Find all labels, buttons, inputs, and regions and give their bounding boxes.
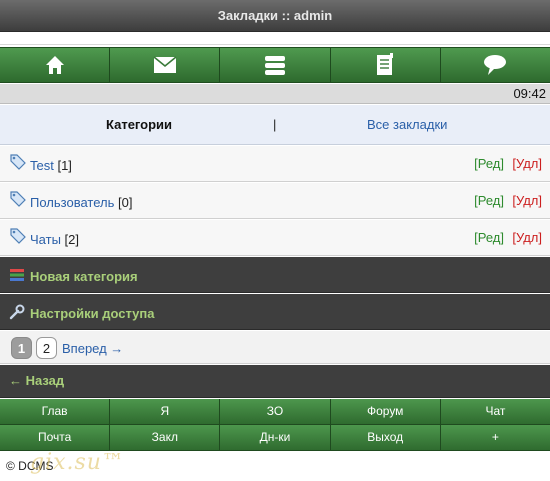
footer-link-diaries[interactable]: Дн-ки <box>220 425 331 451</box>
footer-link-logout[interactable]: Выход <box>330 425 441 451</box>
chat-bubble-icon <box>484 55 507 75</box>
category-link[interactable]: Test <box>30 158 54 173</box>
category-row: Чаты [2] [Ред] [Удл] <box>0 220 550 256</box>
category-link[interactable]: Чаты <box>30 232 61 247</box>
footer-link-mail[interactable]: Почта <box>0 425 111 451</box>
tab-categories[interactable]: Категории <box>106 117 172 132</box>
back-link[interactable]: ← Назад <box>0 365 550 398</box>
pagination: 1 2 Вперед → <box>0 331 550 364</box>
page-title: Закладки :: admin <box>0 0 550 32</box>
edit-link[interactable]: [Ред] <box>474 230 504 245</box>
delete-link[interactable]: [Удл] <box>512 156 542 171</box>
home-icon <box>45 56 64 74</box>
category-link[interactable]: Пользователь <box>30 195 114 210</box>
category-row: Пользователь [0] [Ред] [Удл] <box>0 183 550 219</box>
footer-link-bookmarks[interactable]: Закл <box>110 425 221 451</box>
tab-all-bookmarks[interactable]: Все закладки <box>367 117 447 132</box>
next-page-link[interactable]: Вперед → <box>62 341 123 356</box>
access-settings-link[interactable]: Настройки доступа <box>30 306 154 321</box>
stack-icon <box>265 56 285 75</box>
tab-separator: | <box>273 117 277 132</box>
category-row: Test [1] [Ред] [Удл] <box>0 146 550 182</box>
nav-home-button[interactable] <box>0 48 111 82</box>
notepad-icon <box>377 53 394 75</box>
footer-link-zo[interactable]: ЗО <box>220 399 331 425</box>
spacer <box>0 32 550 45</box>
category-count: [1] <box>57 158 72 173</box>
clock: 09:42 <box>0 84 550 104</box>
footer-link-plus[interactable]: + <box>440 425 550 451</box>
watermark: gix.su™ <box>30 450 125 475</box>
tag-icon <box>10 191 26 207</box>
new-category-bar[interactable]: Новая категория <box>0 257 550 293</box>
nav-notepad-button[interactable] <box>330 48 441 82</box>
category-count: [0] <box>118 195 133 210</box>
top-nav <box>0 47 550 83</box>
footer-nav-row-1: Глав Я ЗО Форум Чат <box>0 399 550 425</box>
page-2-link[interactable]: 2 <box>36 337 57 359</box>
footer-link-forum[interactable]: Форум <box>330 399 441 425</box>
nav-stack-button[interactable] <box>220 48 331 82</box>
footer-link-home[interactable]: Глав <box>0 399 111 425</box>
stack-icon <box>10 269 24 281</box>
category-count: [2] <box>64 232 80 247</box>
footer-link-me[interactable]: Я <box>110 399 221 425</box>
tag-icon <box>10 154 26 170</box>
edit-link[interactable]: [Ред] <box>474 156 504 171</box>
footer-nav-row-2: Почта Закл Дн-ки Выход + <box>0 425 550 451</box>
footer-link-chat[interactable]: Чат <box>440 399 550 425</box>
nav-chat-button[interactable] <box>440 48 550 82</box>
edit-link[interactable]: [Ред] <box>474 193 504 208</box>
delete-link[interactable]: [Удл] <box>512 193 542 208</box>
new-category-link[interactable]: Новая категория <box>30 269 138 284</box>
nav-mail-button[interactable] <box>110 48 221 82</box>
mail-icon <box>153 56 177 73</box>
tag-icon <box>10 228 26 244</box>
page-current: 1 <box>11 337 32 359</box>
wrench-icon <box>9 304 25 320</box>
category-tabs: Категории | Все закладки <box>0 105 550 145</box>
access-settings-bar[interactable]: Настройки доступа <box>0 294 550 330</box>
delete-link[interactable]: [Удл] <box>512 230 542 245</box>
